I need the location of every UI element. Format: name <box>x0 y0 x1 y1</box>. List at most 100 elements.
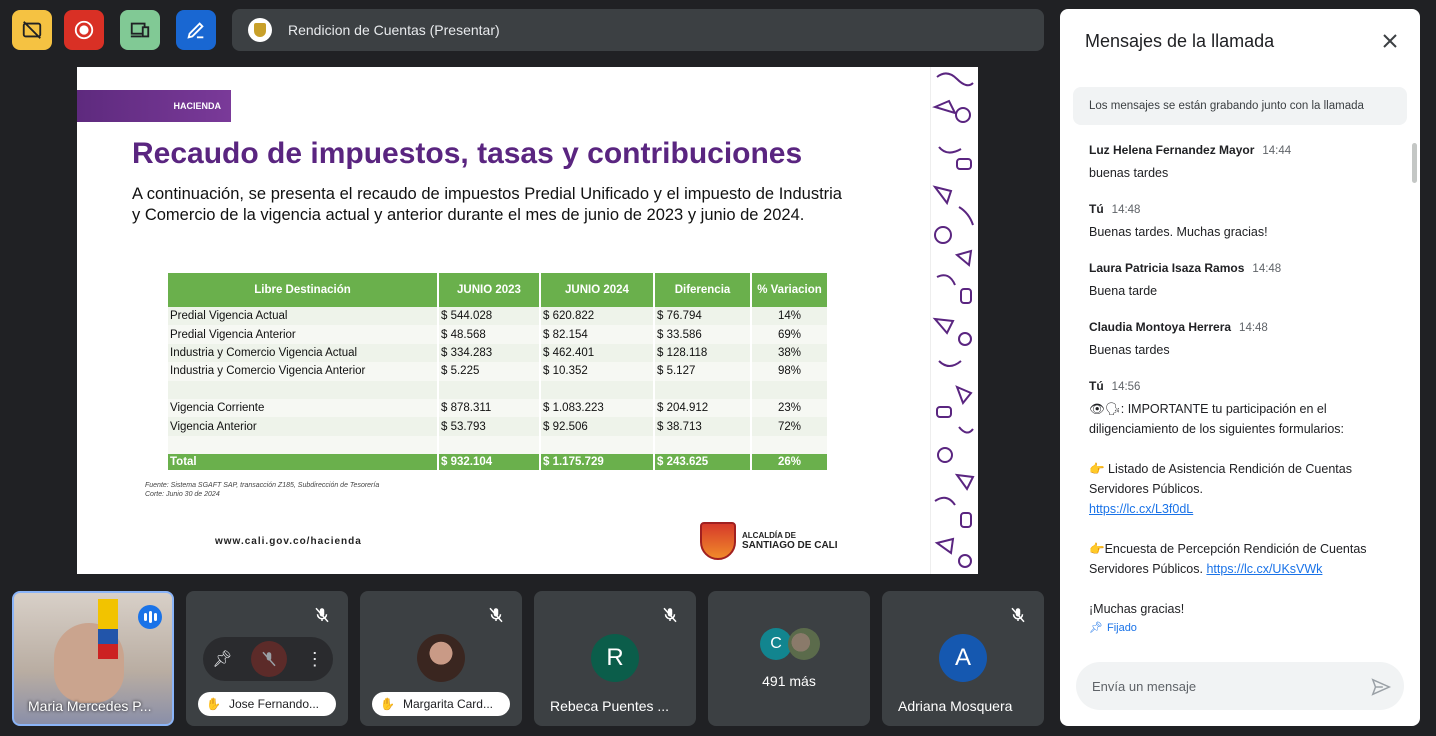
message-list: Luz Helena Fernandez Mayor 14:44 buenas t… <box>1089 143 1389 653</box>
table-cell <box>654 380 752 399</box>
message-sender: Tú <box>1089 379 1104 393</box>
chat-message: Laura Patricia Isaza Ramos 14:48 Buena ta… <box>1089 261 1389 301</box>
message-time: 14:48 <box>1252 263 1282 275</box>
table-cell: Predial Vigencia Anterior <box>168 325 439 344</box>
pin-icon[interactable]: 📌︎ <box>212 649 232 669</box>
send-icon[interactable] <box>1370 676 1392 698</box>
pinned-message: Tú 14:56 👁🗣: IMPORTANTE tu participación … <box>1089 379 1389 634</box>
participant-tile-4[interactable]: R Rebeca Puentes ... <box>534 591 696 726</box>
message-text: buenas tardes <box>1089 166 1169 180</box>
table-cell: Industria y Comercio Vigencia Actual <box>168 343 439 363</box>
table-cell: $ 92.506 <box>540 417 655 436</box>
table-cell: $ 334.283 <box>438 343 541 363</box>
table-cell: $ 878.311 <box>438 398 541 418</box>
table-cell <box>438 380 541 399</box>
table-cell <box>540 380 655 399</box>
table-cell: 14% <box>751 307 829 326</box>
slide-intro: A continuación, se presenta el recaudo d… <box>132 185 842 224</box>
participant-tile-2[interactable]: 📌︎ ⋮ ✋ Jose Fernando... <box>186 591 348 726</box>
participant-name: Maria Mercedes P... <box>28 698 152 714</box>
participant-name: Margarita Card... <box>402 697 493 711</box>
message-sender: Tú <box>1089 202 1104 216</box>
more-participants-count: 491 más <box>762 673 816 689</box>
form-link-2[interactable]: https://lc.cx/UKsVWk <box>1206 562 1322 576</box>
annotate-button[interactable] <box>176 10 216 50</box>
participant-tile-1[interactable]: Maria Mercedes P... <box>12 591 174 726</box>
recording-notice: Los mensajes se están grabando junto con… <box>1073 87 1407 125</box>
mute-participant-icon[interactable] <box>251 641 288 677</box>
message-sender: Luz Helena Fernandez Mayor <box>1089 143 1255 157</box>
participant-photo <box>417 634 465 682</box>
table-cell: $ 544.028 <box>438 307 541 326</box>
table-row <box>168 380 829 399</box>
table-row: Vigencia Anterior $ 53.793 $ 92.506 $ 38.71… <box>168 417 829 436</box>
chat-scrollbar[interactable] <box>1412 143 1417 183</box>
table-cell <box>751 380 829 399</box>
table-row: Predial Vigencia Anterior $ 48.568 $ 82.15… <box>168 325 829 344</box>
participant-name-pill: ✋ Jose Fernando... <box>198 692 336 716</box>
participant-tile-6[interactable]: A Adriana Mosquera <box>882 591 1044 726</box>
table-cell: $ 82.154 <box>540 325 655 344</box>
message-text: Buena tarde <box>1089 284 1158 298</box>
raised-hand-icon: ✋ <box>380 697 395 711</box>
revenue-table: Libre Destinación JUNIO 2023 JUNIO 2024 … <box>168 273 829 471</box>
devices-icon <box>130 22 150 38</box>
slide-url: www.cali.gov.co/hacienda <box>215 536 362 547</box>
message-text: 👁🗣: IMPORTANTE tu participación en el di… <box>1089 399 1389 619</box>
mic-off-icon <box>658 603 682 627</box>
message-line: : IMPORTANTE tu participación en el dili… <box>1089 402 1344 436</box>
table-cell <box>654 435 752 455</box>
table-cell: 98% <box>751 362 829 381</box>
total-cell: 26% <box>751 454 829 471</box>
slide-title: Recaudo de impuestos, tasas y contribuci… <box>132 137 803 170</box>
logo-line-2: SANTIAGO DE CALI <box>742 540 838 551</box>
table-cell: $ 5.225 <box>438 362 541 381</box>
table-cell: 69% <box>751 325 829 344</box>
table-cell: Industria y Comercio Vigencia Anterior <box>168 362 439 381</box>
table-cell <box>438 435 541 455</box>
total-row: Total $ 932.104 $ 1.175.729 $ 243.625 26% <box>168 454 829 471</box>
table-cell: Predial Vigencia Actual <box>168 307 439 326</box>
mic-off-icon <box>310 603 334 627</box>
col-header: Libre Destinación <box>168 273 439 307</box>
message-input[interactable]: Envía un mensaje <box>1076 662 1404 710</box>
chat-title: Mensajes de la llamada <box>1085 31 1275 51</box>
more-participants-tile[interactable]: C 491 más <box>708 591 870 726</box>
record-button[interactable] <box>64 10 104 50</box>
mic-off-icon <box>484 603 508 627</box>
participant-avatar: R <box>591 634 639 682</box>
decorative-pattern <box>930 67 978 574</box>
hacienda-band: HACIENDA <box>77 90 231 122</box>
form-link-1[interactable]: https://lc.cx/L3f0dL <box>1089 502 1193 516</box>
table-cell: $ 128.118 <box>654 343 752 363</box>
pinned-text: Fijado <box>1106 621 1137 634</box>
total-cell: $ 243.625 <box>654 454 752 471</box>
table-row: Industria y Comercio Vigencia Anterior $ … <box>168 362 829 381</box>
table-cell <box>168 435 439 455</box>
cali-shield-icon <box>700 522 736 560</box>
chat-message: Claudia Montoya Herrera 14:48 Buenas tard… <box>1089 320 1389 360</box>
captions-off-button[interactable] <box>12 10 52 50</box>
presentation-title: Rendicion de Cuentas (Presentar) <box>288 22 500 38</box>
close-icon[interactable] <box>1378 29 1402 53</box>
total-cell: $ 1.175.729 <box>540 454 655 471</box>
presentation-title-bar[interactable]: Rendicion de Cuentas (Presentar) <box>232 9 1044 51</box>
message-text: Buenas tardes <box>1089 343 1170 357</box>
message-time: 14:48 <box>1239 322 1268 334</box>
total-cell: $ 932.104 <box>438 454 541 471</box>
chat-panel: Mensajes de la llamada Los mensajes se e… <box>1060 9 1420 726</box>
captions-off-icon <box>22 21 42 39</box>
message-time: 14:48 <box>1111 204 1141 216</box>
devices-button[interactable] <box>120 10 160 50</box>
table-cell: $ 10.352 <box>540 362 655 381</box>
more-options-icon[interactable]: ⋮ <box>306 649 324 670</box>
pin-icon: 📌︎ <box>1089 622 1103 634</box>
participant-avatar: A <box>939 634 987 682</box>
shared-slide: HACIENDA Recaudo de impuestos, tasas y c… <box>77 67 978 574</box>
participant-tile-3[interactable]: ✋ Margarita Card... <box>360 591 522 726</box>
message-time: 14:44 <box>1262 145 1292 157</box>
message-line: ¡Muchas gracias! <box>1089 602 1185 616</box>
table-cell: $ 76.794 <box>654 307 752 326</box>
record-icon <box>74 20 94 40</box>
cut-date-line: Corte: Junio 30 de 2024 <box>145 491 220 498</box>
